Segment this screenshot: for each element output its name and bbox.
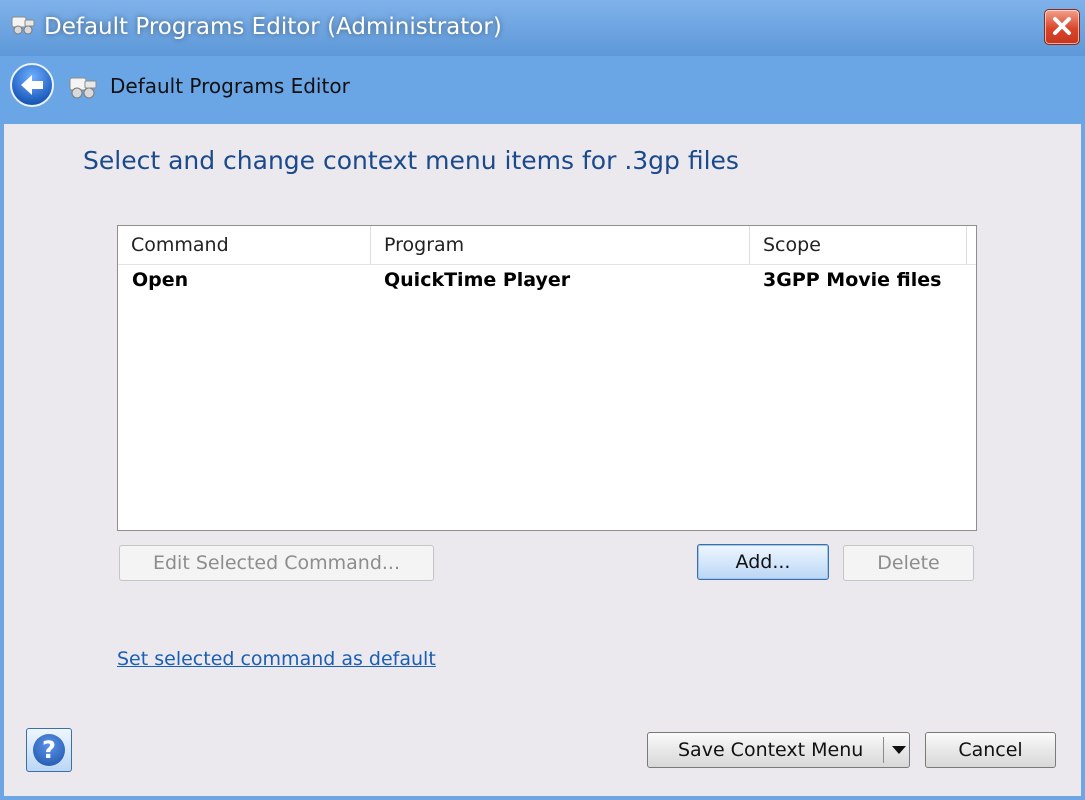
title-bar[interactable]: Default Programs Editor (Administrator)	[0, 0, 1085, 56]
cell-program: QuickTime Player	[384, 269, 571, 291]
chevron-down-icon[interactable]	[892, 746, 906, 754]
back-button[interactable]	[10, 63, 54, 107]
table-header: Command Program Scope	[118, 226, 976, 265]
programs-editor-icon	[69, 77, 97, 99]
save-button-label: Save Context Menu	[678, 739, 864, 761]
split-divider	[883, 737, 884, 763]
add-button[interactable]: Add...	[697, 544, 829, 580]
delete-button[interactable]: Delete	[843, 545, 974, 581]
programs-editor-icon	[11, 16, 35, 35]
context-menu-table[interactable]: Command Program Scope Open QuickTime Pla…	[117, 225, 977, 531]
cancel-button[interactable]: Cancel	[925, 732, 1056, 768]
set-default-link[interactable]: Set selected command as default	[117, 648, 436, 670]
column-header-scope[interactable]: Scope	[750, 226, 967, 264]
column-header-command[interactable]: Command	[118, 226, 371, 264]
column-header-program[interactable]: Program	[371, 226, 750, 264]
cell-command: Open	[132, 269, 189, 291]
close-button[interactable]	[1044, 9, 1080, 45]
navigation-bar: Default Programs Editor	[0, 56, 1085, 124]
help-icon: ?	[33, 734, 65, 766]
page-title: Select and change context menu items for…	[83, 146, 739, 175]
breadcrumb: Default Programs Editor	[110, 74, 350, 98]
edit-selected-command-button[interactable]: Edit Selected Command...	[119, 545, 434, 581]
help-button[interactable]: ?	[26, 728, 72, 772]
app-window: Default Programs Editor (Administrator) …	[0, 0, 1085, 800]
cell-scope: 3GPP Movie files	[763, 269, 942, 291]
content-panel: Select and change context menu items for…	[4, 124, 1081, 796]
save-context-menu-button[interactable]: Save Context Menu	[647, 732, 910, 768]
back-arrow-icon	[21, 75, 43, 95]
table-row[interactable]: Open QuickTime Player 3GPP Movie files	[118, 264, 976, 296]
close-icon	[1053, 17, 1071, 35]
window-title: Default Programs Editor (Administrator)	[44, 14, 502, 40]
